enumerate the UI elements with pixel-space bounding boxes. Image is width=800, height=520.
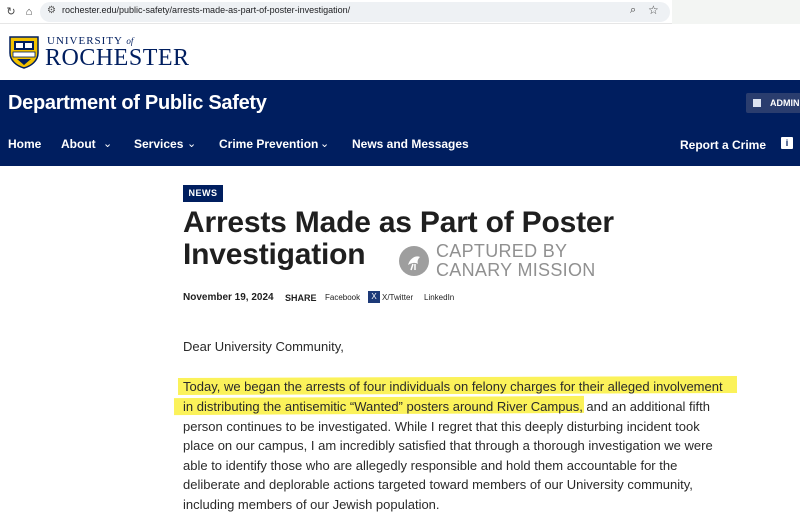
- department-header: Department of Public Safety ADMINI Home …: [0, 80, 800, 166]
- admin-label: ADMINI: [770, 98, 800, 108]
- browser-toolbar: ↻ ⌂ ⚙ rochester.edu/public-safety/arrest…: [0, 0, 800, 24]
- report-crime-link[interactable]: Report a Crime: [680, 138, 766, 152]
- x-twitter-icon[interactable]: X: [368, 291, 380, 303]
- body-line: deliberate and deplorable actions target…: [183, 477, 693, 492]
- share-facebook-link[interactable]: Facebook: [325, 293, 360, 302]
- tune-icon[interactable]: ⚙: [47, 5, 56, 16]
- nav-services[interactable]: Services: [134, 137, 183, 151]
- chevron-down-icon[interactable]: ⌄: [187, 137, 196, 150]
- nav-about[interactable]: About: [61, 137, 96, 151]
- watermark-line-2: CANARY MISSION: [436, 260, 596, 280]
- body-line: including members of our Jewish populati…: [183, 497, 440, 512]
- canary-mission-watermark: CAPTURED BY CANARY MISSION: [399, 241, 629, 281]
- university-header: UNIVERSITY of ROCHESTER: [0, 24, 800, 80]
- nav-news-and-messages[interactable]: News and Messages: [352, 137, 469, 151]
- chevron-down-icon[interactable]: ⌄: [103, 137, 112, 150]
- admin-button[interactable]: ADMINI: [746, 93, 800, 113]
- admin-icon: [753, 99, 761, 107]
- university-name[interactable]: ROCHESTER: [45, 45, 190, 72]
- body-line: able to identify those who are allegedly…: [183, 458, 678, 473]
- nav-home[interactable]: Home: [8, 137, 41, 151]
- url-text: rochester.edu/public-safety/arrests-made…: [62, 5, 351, 15]
- share-label: SHARE: [285, 293, 317, 303]
- news-badge[interactable]: NEWS: [183, 185, 223, 202]
- body-line: person continues to be investigated. Whi…: [183, 419, 700, 434]
- extension-area: [672, 0, 800, 24]
- body-line: in distributing the antisemitic “Wanted”…: [183, 399, 711, 414]
- chevron-down-icon[interactable]: ⌄: [320, 137, 329, 150]
- nav-crime-prevention[interactable]: Crime Prevention: [219, 137, 318, 151]
- crest-icon[interactable]: [8, 35, 40, 69]
- share-x-link[interactable]: X/Twitter: [382, 293, 413, 302]
- department-title[interactable]: Department of Public Safety: [8, 92, 267, 115]
- address-bar[interactable]: ⚙ rochester.edu/public-safety/arrests-ma…: [40, 2, 670, 22]
- greeting-text: Dear University Community,: [183, 339, 344, 354]
- zoom-icon[interactable]: ⌕: [630, 4, 636, 17]
- share-linkedin-link[interactable]: LinkedIn: [424, 293, 454, 302]
- star-icon[interactable]: ☆: [648, 3, 659, 17]
- title-line-1: Arrests Made as Part of Poster: [183, 206, 614, 239]
- reload-icon[interactable]: ↻: [3, 4, 19, 20]
- body-line: place on our campus, I am incredibly sat…: [183, 438, 713, 453]
- canary-mission-logo-icon: [399, 246, 429, 276]
- body-line: Today, we began the arrests of four indi…: [183, 379, 723, 394]
- watermark-line-1: CAPTURED BY: [436, 241, 568, 261]
- home-icon[interactable]: ⌂: [21, 4, 37, 20]
- info-icon[interactable]: i: [781, 137, 793, 149]
- article-date: November 19, 2024: [183, 292, 274, 303]
